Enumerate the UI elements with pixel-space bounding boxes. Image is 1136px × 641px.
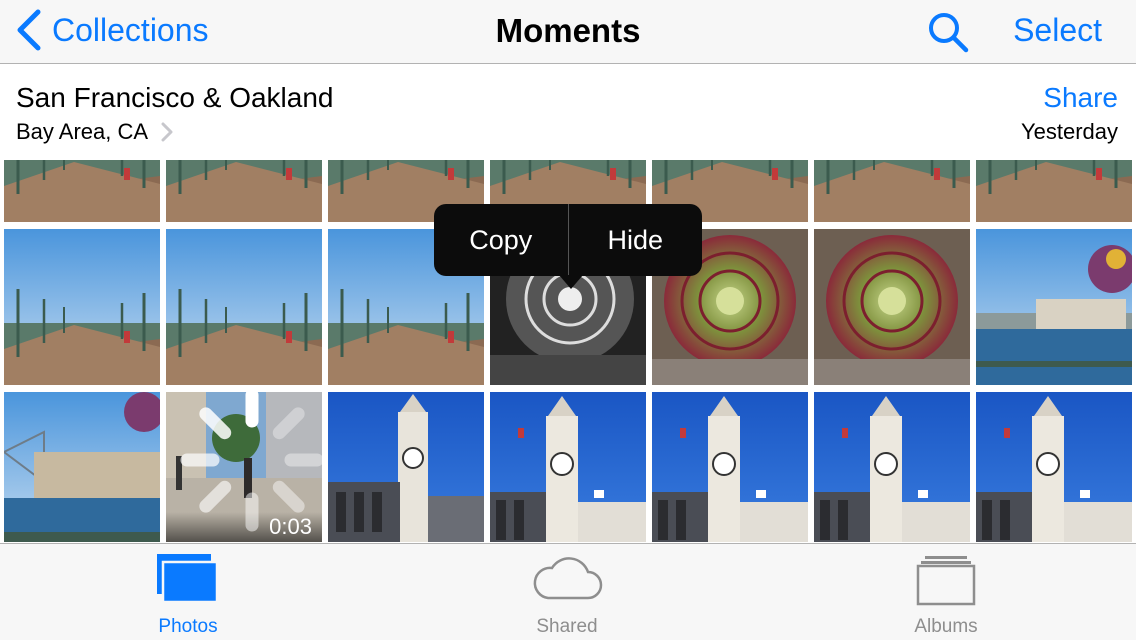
pier-photo [4, 229, 160, 385]
ferry-building-photo [652, 392, 808, 542]
pier-photo [976, 160, 1132, 222]
photo-thumbnail[interactable] [328, 392, 484, 542]
context-menu: Copy Hide [434, 204, 702, 276]
photo-thumbnail[interactable] [814, 229, 970, 385]
tab-shared-label: Shared [536, 616, 598, 637]
waterfront-photo [976, 229, 1132, 385]
photo-thumbnail[interactable] [166, 160, 322, 222]
moment-title: San Francisco & Oakland [16, 82, 334, 113]
photo-thumbnail[interactable] [166, 229, 322, 385]
albums-icon [916, 556, 976, 606]
tab-albums-label: Albums [914, 616, 978, 637]
moment-header: San Francisco & Oakland Bay Area, CA Sha… [0, 64, 1136, 160]
chevron-right-icon [161, 122, 173, 142]
photos-icon [157, 554, 219, 604]
photo-thumbnail[interactable] [814, 392, 970, 542]
ferry-building-photo [814, 392, 970, 542]
photo-thumbnail[interactable] [652, 392, 808, 542]
navigation-bar: Collections Moments Select [0, 0, 1136, 64]
succulent-photo [814, 229, 970, 385]
pier-photo [814, 160, 970, 222]
video-thumbnail[interactable]: 0:03 [166, 392, 322, 542]
photo-thumbnail[interactable] [4, 160, 160, 222]
search-button[interactable] [926, 10, 970, 54]
ferry-building-photo [976, 392, 1132, 542]
cloud-icon [533, 557, 603, 600]
pier-photo [4, 160, 160, 222]
copy-menu-item[interactable]: Copy [434, 204, 568, 276]
select-button[interactable]: Select [1013, 12, 1102, 49]
tab-albums[interactable]: Albums [866, 544, 1026, 641]
bay-bridge-photo [4, 392, 160, 542]
photo-thumbnail[interactable] [976, 392, 1132, 542]
tab-shared[interactable]: Shared [487, 544, 647, 641]
share-button[interactable]: Share [1043, 82, 1118, 114]
moment-location-link[interactable]: Bay Area, CA [16, 119, 174, 145]
tab-photos[interactable]: Photos [108, 544, 268, 641]
pier-photo [166, 160, 322, 222]
pier-photo [166, 229, 322, 385]
tab-photos-label: Photos [158, 616, 218, 637]
moment-location-label: Bay Area, CA [16, 119, 149, 144]
photo-thumbnail[interactable] [4, 229, 160, 385]
search-icon [929, 13, 969, 53]
moment-date: Yesterday [1020, 119, 1118, 144]
photo-thumbnail[interactable] [490, 392, 646, 542]
photo-thumbnail[interactable] [814, 160, 970, 222]
tab-bar: Photos Shared Albums [0, 543, 1136, 640]
context-menu-arrow [559, 275, 583, 289]
photo-thumbnail[interactable] [976, 229, 1132, 385]
photo-thumbnail[interactable] [976, 160, 1132, 222]
ferry-building-photo [490, 392, 646, 542]
video-duration: 0:03 [269, 514, 312, 539]
ferry-building-photo [328, 392, 484, 542]
hide-menu-item[interactable]: Hide [569, 204, 703, 276]
photo-thumbnail[interactable] [4, 392, 160, 542]
